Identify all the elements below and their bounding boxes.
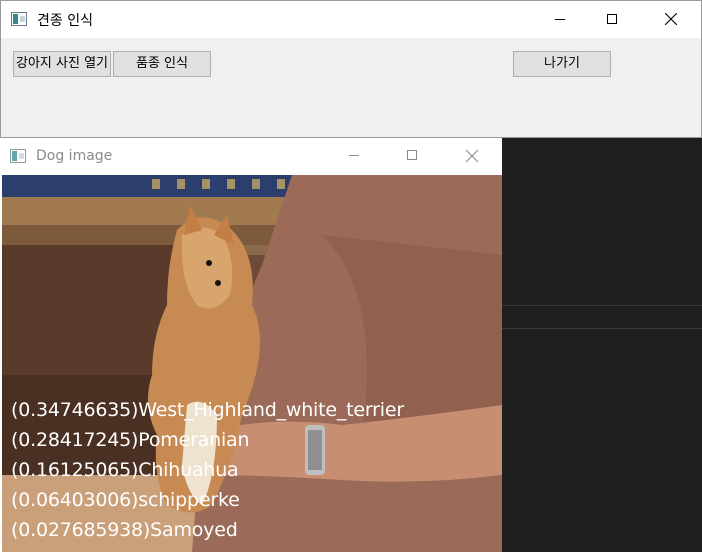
background-pane xyxy=(502,138,702,552)
background-divider xyxy=(502,305,702,306)
main-window: 견종 인식 강아지 사진 열기 품종 인식 나가기 xyxy=(0,0,702,138)
exit-button[interactable]: 나가기 xyxy=(513,51,611,77)
maximize-button[interactable] xyxy=(585,1,643,38)
close-icon xyxy=(665,13,677,25)
prediction-item: (0.06403006)schipperke xyxy=(11,489,240,511)
prediction-item: (0.34746635)West_Highland_white_terrier xyxy=(11,399,404,421)
minimize-icon[interactable] xyxy=(349,155,359,156)
prediction-list: (0.34746635)West_Highland_white_terrier … xyxy=(11,395,404,545)
dog-image-title-bar[interactable]: Dog image xyxy=(0,138,502,175)
dog-image-window-title: Dog image xyxy=(36,148,113,164)
dog-image-window: Dog image (0.34746635)West_Highland_whit… xyxy=(0,138,502,552)
breed-recognition-button[interactable]: 품종 인식 xyxy=(113,51,211,77)
prediction-item: (0.28417245)Pomeranian xyxy=(11,429,250,451)
maximize-icon[interactable] xyxy=(407,150,417,160)
prediction-item: (0.16125065)Chihuahua xyxy=(11,459,239,481)
background-divider xyxy=(502,328,702,329)
open-photo-button[interactable]: 강아지 사진 열기 xyxy=(13,51,111,77)
app-icon xyxy=(10,149,26,163)
window-title: 견종 인식 xyxy=(37,13,93,29)
prediction-item: (0.027685938)Samoyed xyxy=(11,519,238,541)
title-bar[interactable]: 견종 인식 xyxy=(1,1,701,38)
close-button[interactable] xyxy=(644,1,702,38)
app-icon xyxy=(11,12,27,26)
close-icon[interactable] xyxy=(466,150,478,162)
